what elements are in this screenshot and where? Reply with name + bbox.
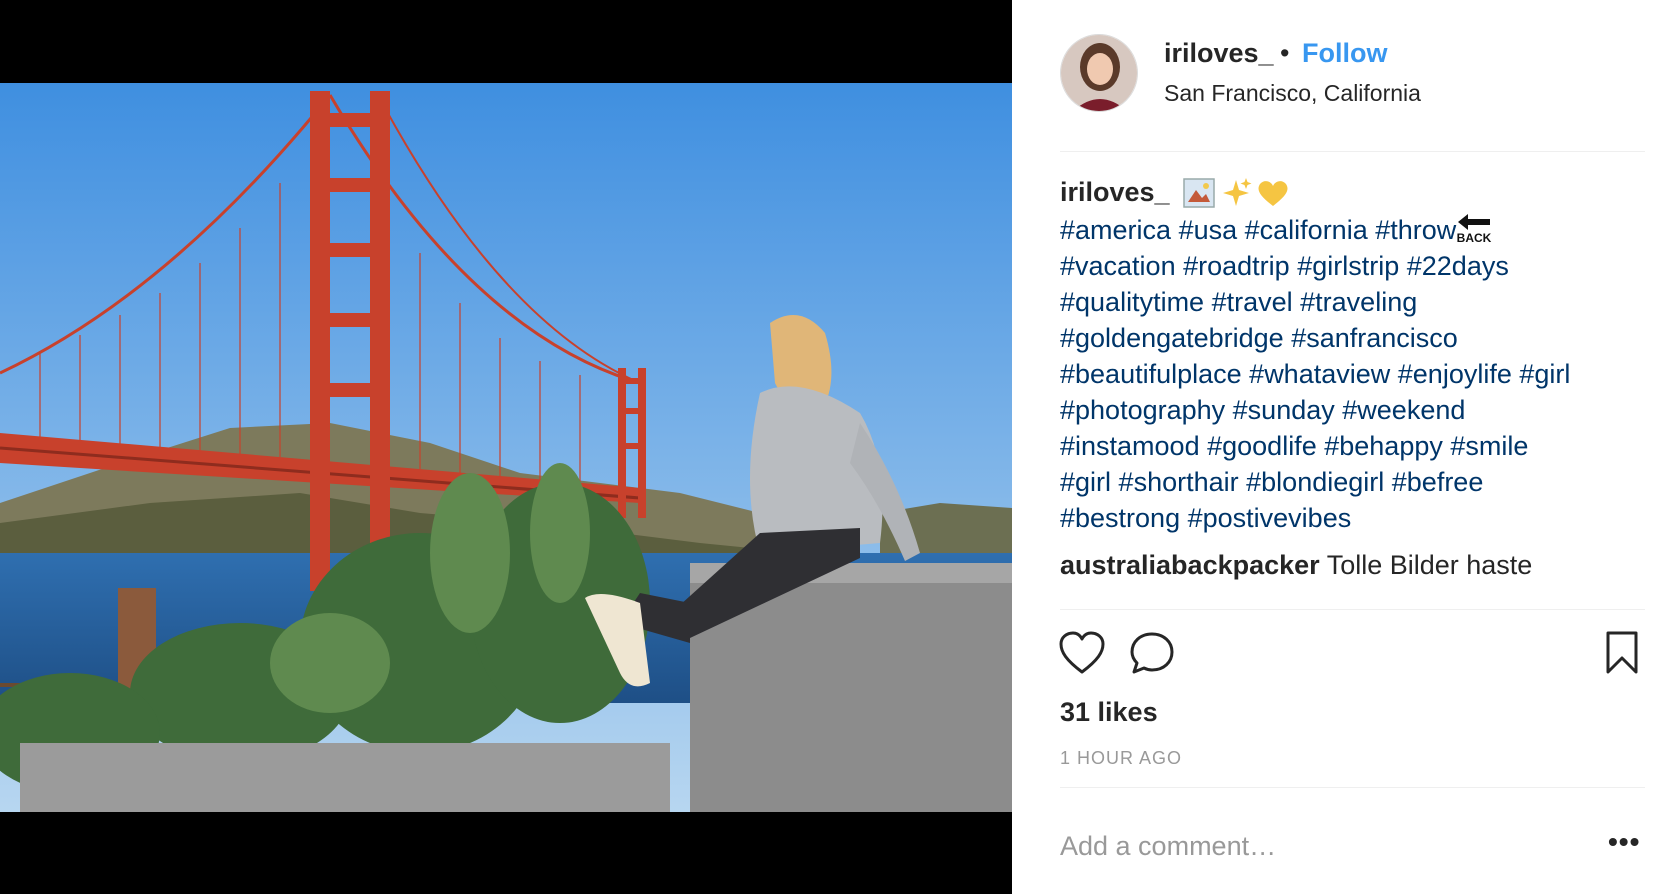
hashtag-link[interactable]: #blondiegirl <box>1246 467 1384 497</box>
comment-text: Tolle Bilder haste <box>1326 550 1533 580</box>
hashtag-line: #america #usa #california #throw BACK <box>1060 212 1648 248</box>
hashtag-link[interactable]: #sanfrancisco <box>1291 323 1458 353</box>
hashtag-line: #instamood #goodlife #behappy #smile <box>1060 428 1648 464</box>
hashtag-link[interactable]: #postivevibes <box>1188 503 1352 533</box>
hashtag-link[interactable]: #photography <box>1060 395 1225 425</box>
post-author-username[interactable]: iriloves_ <box>1164 38 1274 69</box>
hashtag-link[interactable]: #shorthair <box>1119 467 1239 497</box>
hashtag-link[interactable]: #traveling <box>1300 287 1417 317</box>
hashtag-link[interactable]: #roadtrip <box>1183 251 1290 281</box>
add-comment-input[interactable] <box>1060 826 1580 866</box>
post-timestamp[interactable]: 1 HOUR AGO <box>1060 748 1182 769</box>
hashtag-link[interactable]: #sunday <box>1233 395 1335 425</box>
hashtag-link[interactable]: #whataview <box>1249 359 1390 389</box>
hashtag-link[interactable]: #beautifulplace <box>1060 359 1242 389</box>
caption-emoji-group <box>1183 178 1288 208</box>
likes-count[interactable]: 31 likes <box>1060 697 1158 728</box>
avatar[interactable] <box>1060 34 1138 112</box>
hashtag-line: #goldengatebridge #sanfrancisco <box>1060 320 1648 356</box>
hashtag-link[interactable]: #travel <box>1212 287 1293 317</box>
hashtag-link[interactable]: #goldengatebridge <box>1060 323 1284 353</box>
post-photo <box>0 83 1012 812</box>
hashtag-link[interactable]: #22days <box>1407 251 1509 281</box>
heart-outline-icon[interactable] <box>1058 630 1106 676</box>
yellow-heart-icon <box>1258 181 1288 206</box>
header-separator: • <box>1280 38 1290 68</box>
back-arrow-emoji: BACK <box>1454 212 1494 245</box>
hashtag-link[interactable]: #goodlife <box>1207 431 1317 461</box>
hashtag-link[interactable]: #weekend <box>1342 395 1465 425</box>
comment-username[interactable]: australiabackpacker <box>1060 550 1320 580</box>
back-badge-label: BACK <box>1457 231 1492 244</box>
header-divider <box>1060 151 1645 152</box>
avatar-image <box>1061 35 1137 111</box>
hashtag-link[interactable]: #usa <box>1179 215 1238 245</box>
hashtag-link[interactable]: #california <box>1245 215 1368 245</box>
hashtag-line: #beautifulplace #whataview #enjoylife #g… <box>1060 356 1648 392</box>
footer-divider <box>1060 787 1645 788</box>
hashtag-link[interactable]: #girl <box>1060 467 1111 497</box>
hashtag-link[interactable]: #girlstrip <box>1297 251 1399 281</box>
hashtag-link[interactable]: #vacation <box>1060 251 1176 281</box>
comment-item: australiabackpacker Tolle Bilder haste <box>1060 550 1532 581</box>
hashtag-line: #girl #shorthair #blondiegirl #befree <box>1060 464 1648 500</box>
follow-button[interactable]: Follow <box>1302 38 1387 69</box>
hashtag-line: #photography #sunday #weekend <box>1060 392 1648 428</box>
speech-bubble-icon[interactable] <box>1128 630 1176 676</box>
more-options-button[interactable]: ••• <box>1608 826 1640 858</box>
hashtag-link[interactable]: #throw <box>1375 215 1456 245</box>
hashtag-link[interactable]: #girl <box>1519 359 1570 389</box>
hashtag-line: #qualitytime #travel #traveling <box>1060 284 1648 320</box>
hashtag-link[interactable]: #befree <box>1392 467 1484 497</box>
post-details-panel: iriloves_ • Follow San Francisco, Califo… <box>1012 0 1666 894</box>
sparkles-icon <box>1223 178 1252 206</box>
hashtag-line: #vacation #roadtrip #girlstrip #22days <box>1060 248 1648 284</box>
post-location[interactable]: San Francisco, California <box>1164 80 1421 107</box>
hashtag-link[interactable]: #america <box>1060 215 1171 245</box>
framed-picture-icon <box>1183 178 1215 208</box>
comments-divider <box>1060 609 1645 610</box>
bookmark-icon[interactable] <box>1602 630 1642 676</box>
hashtag-link[interactable]: #qualitytime <box>1060 287 1204 317</box>
hashtag-link[interactable]: #instamood <box>1060 431 1200 461</box>
caption-username[interactable]: iriloves_ <box>1060 177 1170 208</box>
post-media[interactable] <box>0 0 1012 894</box>
hashtag-link[interactable]: #behappy <box>1324 431 1443 461</box>
caption-hashtags: #america #usa #california #throw BACK #va… <box>1060 212 1648 536</box>
hashtag-line: #bestrong #postivevibes <box>1060 500 1648 536</box>
hashtag-link[interactable]: #bestrong <box>1060 503 1180 533</box>
hashtag-link[interactable]: #enjoylife <box>1398 359 1512 389</box>
hashtag-link[interactable]: #smile <box>1450 431 1528 461</box>
